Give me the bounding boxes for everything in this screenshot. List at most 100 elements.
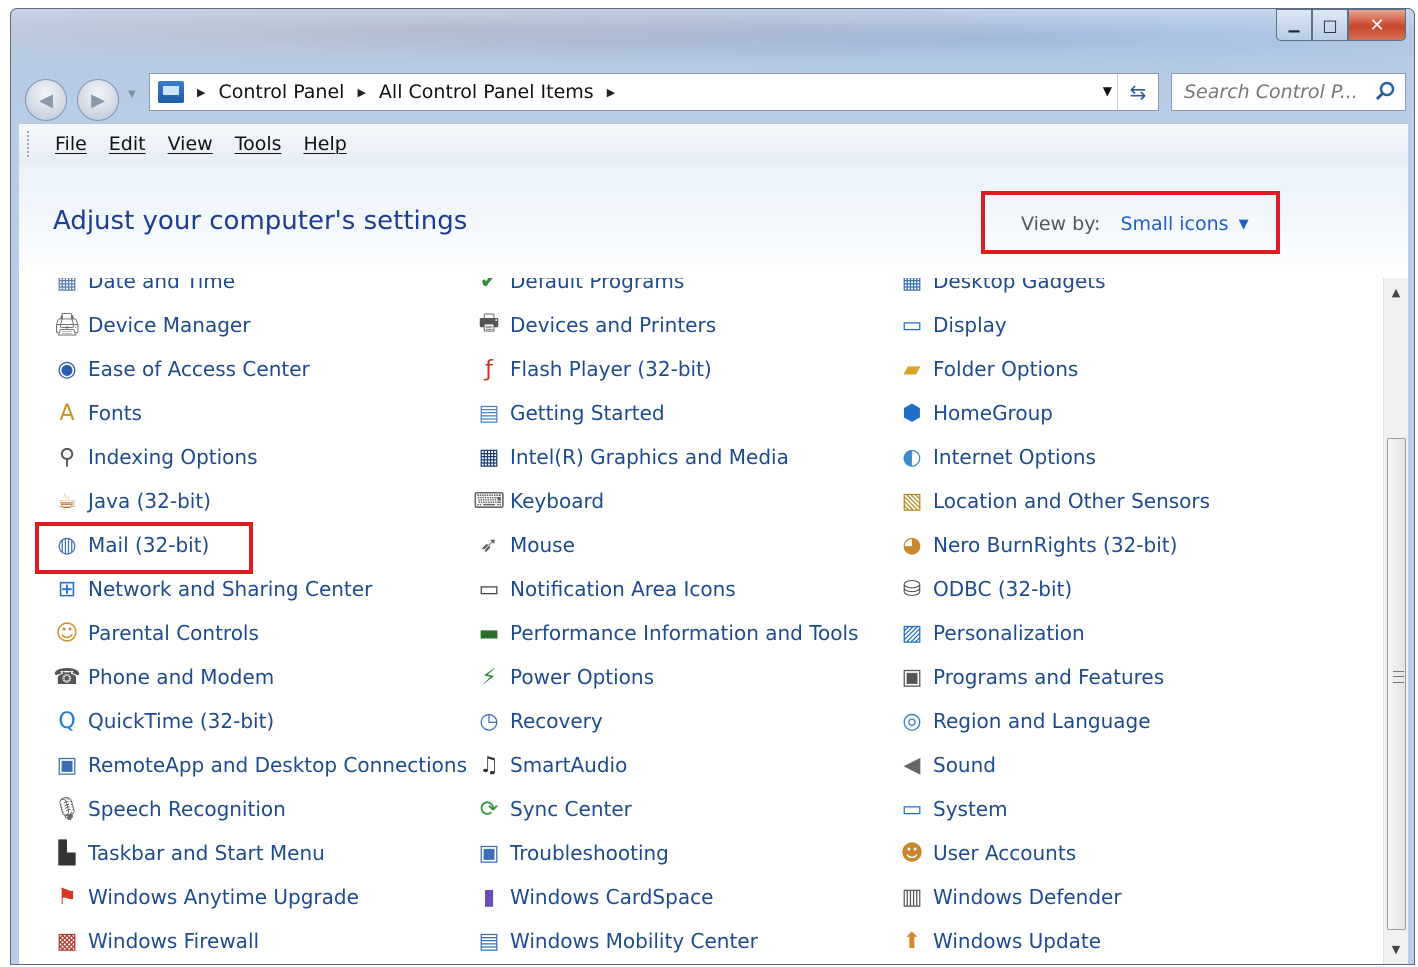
control-panel-item[interactable]: ▣ RemoteApp and Desktop Connections	[53, 750, 467, 780]
control-panel-item-label[interactable]: User Accounts	[933, 841, 1076, 865]
control-panel-item[interactable]: ▭ Notification Area Icons	[475, 574, 736, 604]
control-panel-item-label[interactable]: Location and Other Sensors	[933, 489, 1210, 513]
menu-file[interactable]: File	[55, 133, 87, 155]
control-panel-item-label[interactable]: SmartAudio	[510, 753, 627, 777]
menu-edit[interactable]: Edit	[109, 133, 146, 155]
control-panel-item-label[interactable]: Windows CardSpace	[510, 885, 713, 909]
control-panel-item[interactable]: ⚡ Power Options	[475, 662, 654, 692]
control-panel-item-label[interactable]: Fonts	[88, 401, 142, 425]
control-panel-item[interactable]: ◷ Recovery	[475, 706, 603, 736]
control-panel-item-label[interactable]: Network and Sharing Center	[88, 577, 372, 601]
breadcrumb-arrow-icon[interactable]: ▶	[607, 86, 615, 99]
control-panel-item[interactable]: ▣ Programs and Features	[898, 662, 1165, 692]
control-panel-item[interactable]: ▦ Date and Time	[53, 278, 236, 296]
control-panel-item-label[interactable]: Region and Language	[933, 709, 1151, 733]
control-panel-item[interactable]: ƒ Flash Player (32-bit)	[475, 354, 712, 384]
control-panel-item[interactable]: ▭ Display	[898, 310, 1007, 340]
control-panel-item-label[interactable]: Devices and Printers	[510, 313, 716, 337]
control-panel-item-label[interactable]: Sound	[933, 753, 996, 777]
forward-button[interactable]: ▶	[77, 79, 119, 121]
control-panel-item-label[interactable]: HomeGroup	[933, 401, 1053, 425]
control-panel-item[interactable]: ◎ Region and Language	[898, 706, 1151, 736]
control-panel-item-label[interactable]: Sync Center	[510, 797, 632, 821]
control-panel-item-label[interactable]: Speech Recognition	[88, 797, 286, 821]
close-button[interactable]: ✕	[1348, 9, 1406, 41]
control-panel-item-label[interactable]: Display	[933, 313, 1007, 337]
control-panel-item[interactable]: ☻ User Accounts	[898, 838, 1077, 868]
control-panel-item-label[interactable]: Getting Started	[510, 401, 665, 425]
control-panel-item[interactable]: 🖨 Device Manager	[53, 310, 250, 340]
control-panel-item-label[interactable]: Mouse	[510, 533, 575, 557]
control-panel-item[interactable]: ▦ Intel(R) Graphics and Media	[475, 442, 789, 472]
control-panel-item[interactable]: ◉ Ease of Access Center	[53, 354, 310, 384]
menu-help[interactable]: Help	[304, 133, 347, 155]
control-panel-item[interactable]: ⛁ ODBC (32-bit)	[898, 574, 1072, 604]
control-panel-item[interactable]: ◍ Mail (32-bit)	[53, 530, 209, 560]
control-panel-item-label[interactable]: Desktop Gadgets	[933, 278, 1106, 293]
control-panel-item-label[interactable]: ODBC (32-bit)	[933, 577, 1072, 601]
control-panel-item[interactable]: ▣ Troubleshooting	[475, 838, 669, 868]
control-panel-item-label[interactable]: Internet Options	[933, 445, 1096, 469]
control-panel-item[interactable]: ⚲ Indexing Options	[53, 442, 258, 472]
search-box[interactable]: Search Control P...	[1171, 73, 1406, 111]
back-button[interactable]: ◀	[25, 79, 67, 121]
control-panel-item[interactable]: ◕ Nero BurnRights (32-bit)	[898, 530, 1177, 560]
control-panel-item-label[interactable]: System	[933, 797, 1008, 821]
scroll-down-icon[interactable]: ▼	[1384, 943, 1408, 956]
control-panel-item-label[interactable]: Taskbar and Start Menu	[88, 841, 325, 865]
control-panel-item[interactable]: ▮ Windows CardSpace	[475, 882, 713, 912]
control-panel-item-label[interactable]: Programs and Features	[933, 665, 1164, 689]
control-panel-item[interactable]: ▭ System	[898, 794, 1008, 824]
control-panel-item-label[interactable]: Windows Anytime Upgrade	[88, 885, 359, 909]
control-panel-item-label[interactable]: Troubleshooting	[510, 841, 669, 865]
control-panel-item-label[interactable]: Ease of Access Center	[88, 357, 310, 381]
control-panel-item[interactable]: ⌨ Keyboard	[473, 486, 604, 516]
control-panel-item[interactable]: ☎ Phone and Modem	[53, 662, 274, 692]
control-panel-item[interactable]: ⬢ HomeGroup	[898, 398, 1053, 428]
control-panel-item[interactable]: 🎙 Speech Recognition	[53, 794, 286, 824]
address-bar[interactable]: ▶ Control Panel ▶ All Control Panel Item…	[149, 73, 1159, 111]
control-panel-item[interactable]: ✔ Default Programs	[475, 278, 684, 296]
refresh-button[interactable]: ⇆	[1117, 74, 1158, 110]
breadcrumb-control-panel[interactable]: Control Panel	[218, 81, 344, 103]
control-panel-item[interactable]: ▩ Windows Firewall	[53, 926, 259, 956]
control-panel-item[interactable]: Q QuickTime (32-bit)	[53, 706, 274, 736]
control-panel-item[interactable]: ➶ Mouse	[475, 530, 575, 560]
control-panel-item-label[interactable]: Notification Area Icons	[510, 577, 736, 601]
menu-view[interactable]: View	[168, 133, 213, 155]
control-panel-item[interactable]: ☕ Java (32-bit)	[53, 486, 211, 516]
menu-tools[interactable]: Tools	[235, 133, 282, 155]
control-panel-item[interactable]: ☺ Parental Controls	[53, 618, 259, 648]
control-panel-item-label[interactable]: Power Options	[510, 665, 654, 689]
control-panel-item[interactable]: ▥ Windows Defender	[898, 882, 1122, 912]
control-panel-item-label[interactable]: Recovery	[510, 709, 603, 733]
control-panel-item-label[interactable]: Date and Time	[88, 278, 235, 293]
scroll-up-icon[interactable]: ▲	[1384, 286, 1408, 299]
breadcrumb-arrow-icon[interactable]: ▶	[357, 86, 365, 99]
control-panel-item[interactable]: ⚑ Windows Anytime Upgrade	[53, 882, 359, 912]
control-panel-item-label[interactable]: Flash Player (32-bit)	[510, 357, 712, 381]
control-panel-item-label[interactable]: Keyboard	[510, 489, 604, 513]
control-panel-item[interactable]: ▧ Location and Other Sensors	[898, 486, 1210, 516]
vertical-scrollbar[interactable]: ▲ ▼	[1383, 278, 1408, 964]
control-panel-item-label[interactable]: Windows Defender	[933, 885, 1122, 909]
control-panel-item[interactable]: ⊞ Network and Sharing Center	[53, 574, 373, 604]
control-panel-item[interactable]: ▨ Personalization	[898, 618, 1085, 648]
control-panel-item[interactable]: ◐ Internet Options	[898, 442, 1096, 472]
control-panel-item[interactable]: ⟳ Sync Center	[475, 794, 632, 824]
control-panel-item[interactable]: ♫ SmartAudio	[475, 750, 627, 780]
recent-pages-dropdown[interactable]: ▼	[128, 89, 136, 100]
breadcrumb-arrow-icon[interactable]: ▶	[197, 86, 205, 99]
control-panel-item[interactable]: 🖶 Devices and Printers	[475, 310, 717, 340]
control-panel-item-label[interactable]: Windows Firewall	[88, 929, 259, 953]
control-panel-item-label[interactable]: Parental Controls	[88, 621, 259, 645]
control-panel-item[interactable]: ⬆ Windows Update	[898, 926, 1101, 956]
search-input[interactable]: Search Control P...	[1184, 81, 1358, 103]
control-panel-item-label[interactable]: Device Manager	[88, 313, 250, 337]
control-panel-item-label[interactable]: Nero BurnRights (32-bit)	[933, 533, 1177, 557]
control-panel-item[interactable]: ▤ Getting Started	[475, 398, 665, 428]
minimize-button[interactable]: ▁	[1276, 9, 1312, 41]
control-panel-item-label[interactable]: QuickTime (32-bit)	[88, 709, 274, 733]
control-panel-item[interactable]: ▬ Performance Information and Tools	[475, 618, 859, 648]
control-panel-item-label[interactable]: Indexing Options	[88, 445, 258, 469]
